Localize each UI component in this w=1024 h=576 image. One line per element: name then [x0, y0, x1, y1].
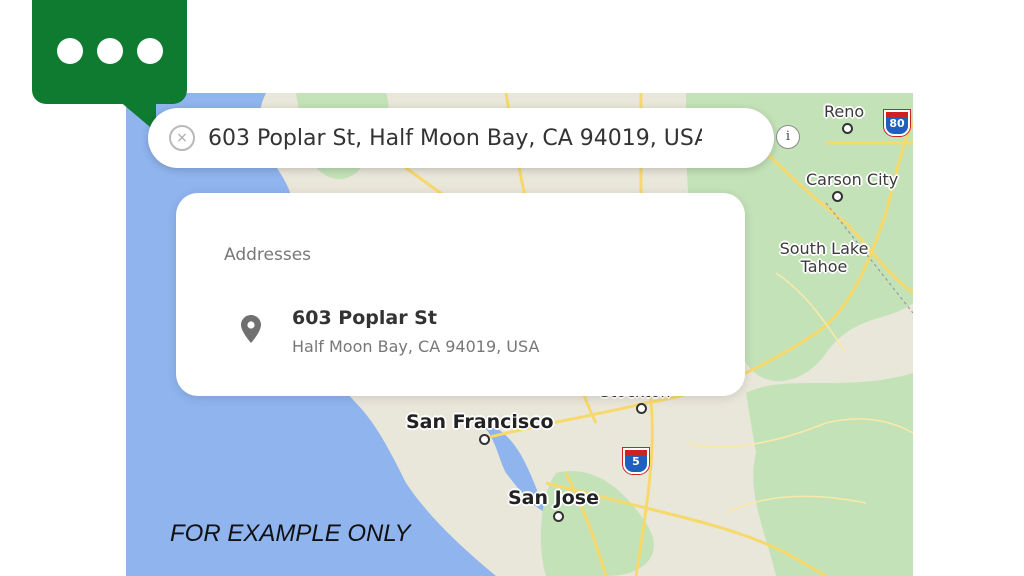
result-subtitle: Half Moon Bay, CA 94019, USA — [292, 337, 540, 356]
ellipsis-dot — [97, 38, 123, 64]
map-marker-stockton — [636, 403, 647, 414]
map-label-south-lake-tahoe: South Lake Tahoe — [779, 239, 869, 276]
search-bar: × — [148, 108, 774, 168]
ellipsis-dot — [57, 38, 83, 64]
section-heading: Addresses — [224, 245, 312, 265]
map-label-san-jose: San Jose — [508, 487, 599, 509]
address-result-item[interactable]: 603 Poplar St Half Moon Bay, CA 94019, U… — [176, 293, 745, 363]
search-results-panel: Addresses 603 Poplar St Half Moon Bay, C… — [176, 193, 745, 396]
map-label-carson-city: Carson City — [806, 170, 899, 189]
map-label-san-francisco: San Francisco — [406, 411, 554, 433]
ellipsis-dot — [137, 38, 163, 64]
map-marker-carson-city — [832, 191, 843, 202]
info-icon[interactable]: i — [776, 125, 800, 149]
map-marker-reno — [842, 123, 853, 134]
result-title: 603 Poplar St — [292, 307, 437, 329]
map-marker-san-francisco — [479, 434, 490, 445]
location-pin-icon — [241, 315, 261, 343]
map-marker-san-jose — [553, 511, 564, 522]
clear-icon[interactable]: × — [169, 125, 195, 151]
example-caption: FOR EXAMPLE ONLY — [170, 520, 411, 547]
map-label-reno: Reno — [824, 102, 865, 121]
search-input[interactable] — [208, 122, 702, 154]
interstate-80-shield-icon: 80 — [884, 110, 910, 136]
speech-bubble-body — [32, 0, 187, 104]
interstate-5-shield-icon: 5 — [623, 448, 649, 474]
